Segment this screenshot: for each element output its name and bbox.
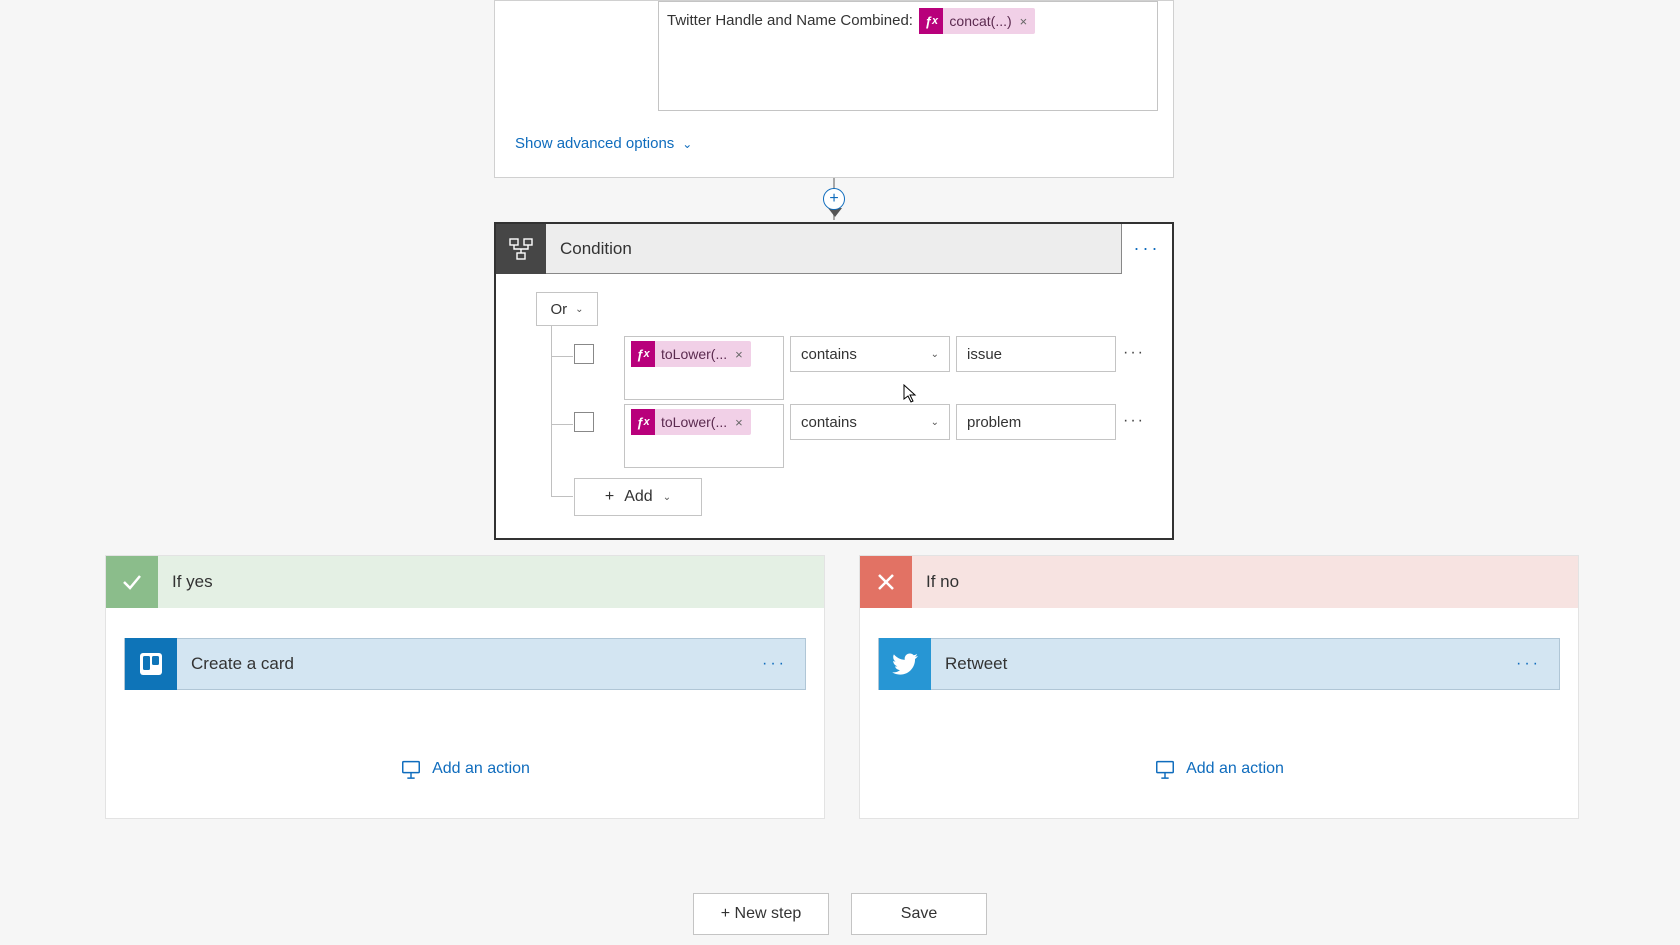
condition-more-button[interactable]: ···: [1122, 224, 1172, 274]
expression-field[interactable]: ƒx toLower(... ×: [624, 404, 784, 468]
chevron-down-icon: ⌄: [663, 492, 671, 503]
row-more-button[interactable]: ···: [1122, 412, 1146, 430]
condition-header[interactable]: Condition ···: [496, 224, 1172, 274]
add-action-icon: [400, 758, 422, 780]
chevron-down-icon: ⌄: [682, 137, 692, 151]
expression-text: toLower(...: [655, 346, 733, 362]
condition-row: ƒx toLower(... × contains ⌄ problem ···: [574, 404, 1146, 468]
yes-title: If yes: [158, 572, 213, 592]
group-operator-label: Or: [550, 301, 567, 318]
fx-icon: ƒx: [631, 341, 655, 367]
add-action-icon: [1154, 758, 1176, 780]
add-action-label: Add an action: [1186, 760, 1284, 778]
branches-container: If yes Create a card ··· Add an action I…: [105, 555, 1579, 819]
condition-row: ƒx toLower(... × contains ⌄ issue ···: [574, 336, 1146, 400]
if-yes-branch: If yes Create a card ··· Add an action: [105, 555, 825, 819]
previous-action-card: Twitter Handle and Name Combined: ƒx con…: [494, 0, 1174, 178]
condition-title: Condition: [546, 224, 1122, 273]
value-input[interactable]: problem: [956, 404, 1116, 440]
trello-action-card[interactable]: Create a card ···: [124, 638, 806, 690]
expression-chip-tolower[interactable]: ƒx toLower(... ×: [631, 341, 751, 367]
fx-icon: ƒx: [919, 8, 943, 34]
if-no-branch: If no Retweet ··· Add an action: [859, 555, 1579, 819]
condition-card: Condition ··· Or ⌄ ƒx toLower(... × cont…: [494, 222, 1174, 540]
yes-header: If yes: [106, 556, 824, 608]
advanced-link-label: Show advanced options: [515, 135, 674, 152]
operator-select[interactable]: contains ⌄: [790, 404, 950, 440]
expression-text: concat(...): [943, 13, 1017, 29]
value-input[interactable]: issue: [956, 336, 1116, 372]
expression-text: toLower(...: [655, 414, 733, 430]
tree-line: [551, 424, 573, 425]
expression-chip-tolower[interactable]: ƒx toLower(... ×: [631, 409, 751, 435]
twitter-icon: [879, 638, 931, 690]
group-operator-select[interactable]: Or ⌄: [536, 292, 598, 326]
add-action-button[interactable]: Add an action: [860, 690, 1578, 818]
trello-icon: [125, 638, 177, 690]
chevron-down-icon: ⌄: [931, 417, 939, 428]
tree-line: [551, 326, 552, 496]
remove-chip-icon[interactable]: ×: [1018, 14, 1036, 29]
operator-select[interactable]: contains ⌄: [790, 336, 950, 372]
footer-buttons: + New step Save: [0, 893, 1680, 935]
value-text: problem: [967, 414, 1021, 431]
value-text: issue: [967, 346, 1002, 363]
condition-body: Or ⌄ ƒx toLower(... × contains ⌄ issue: [496, 274, 1172, 344]
chevron-down-icon: ⌄: [931, 349, 939, 360]
row-checkbox[interactable]: [574, 344, 594, 364]
remove-chip-icon[interactable]: ×: [733, 415, 751, 430]
action-title: Create a card: [177, 654, 744, 674]
new-step-button[interactable]: + New step: [693, 893, 829, 935]
no-title: If no: [912, 572, 959, 592]
operator-label: contains: [801, 346, 857, 363]
condition-icon: [496, 224, 546, 274]
remove-chip-icon[interactable]: ×: [733, 347, 751, 362]
expression-chip-concat[interactable]: ƒx concat(...) ×: [919, 8, 1035, 34]
plus-icon: +: [605, 488, 614, 506]
chevron-down-icon: ⌄: [575, 304, 583, 315]
tree-line: [551, 356, 573, 357]
action-more-button[interactable]: ···: [1498, 655, 1559, 673]
action-more-button[interactable]: ···: [744, 655, 805, 673]
save-button[interactable]: Save: [851, 893, 987, 935]
row-checkbox[interactable]: [574, 412, 594, 432]
add-row-button[interactable]: + Add ⌄: [574, 478, 702, 516]
action-title: Retweet: [931, 654, 1498, 674]
tree-line: [551, 496, 573, 497]
row-more-button[interactable]: ···: [1122, 344, 1146, 362]
fx-icon: ƒx: [631, 409, 655, 435]
add-label: Add: [624, 488, 652, 506]
operator-label: contains: [801, 414, 857, 431]
show-advanced-options-link[interactable]: Show advanced options ⌄: [515, 135, 692, 152]
twitter-action-card[interactable]: Retweet ···: [878, 638, 1560, 690]
expression-field[interactable]: ƒx toLower(... ×: [624, 336, 784, 400]
no-header: If no: [860, 556, 1578, 608]
description-prefix: Twitter Handle and Name Combined:: [667, 12, 913, 29]
cross-icon: [860, 556, 912, 608]
add-action-label: Add an action: [432, 760, 530, 778]
description-field[interactable]: Twitter Handle and Name Combined: ƒx con…: [658, 1, 1158, 111]
checkmark-icon: [106, 556, 158, 608]
insert-step-button[interactable]: +: [823, 188, 845, 210]
add-action-button[interactable]: Add an action: [106, 690, 824, 818]
